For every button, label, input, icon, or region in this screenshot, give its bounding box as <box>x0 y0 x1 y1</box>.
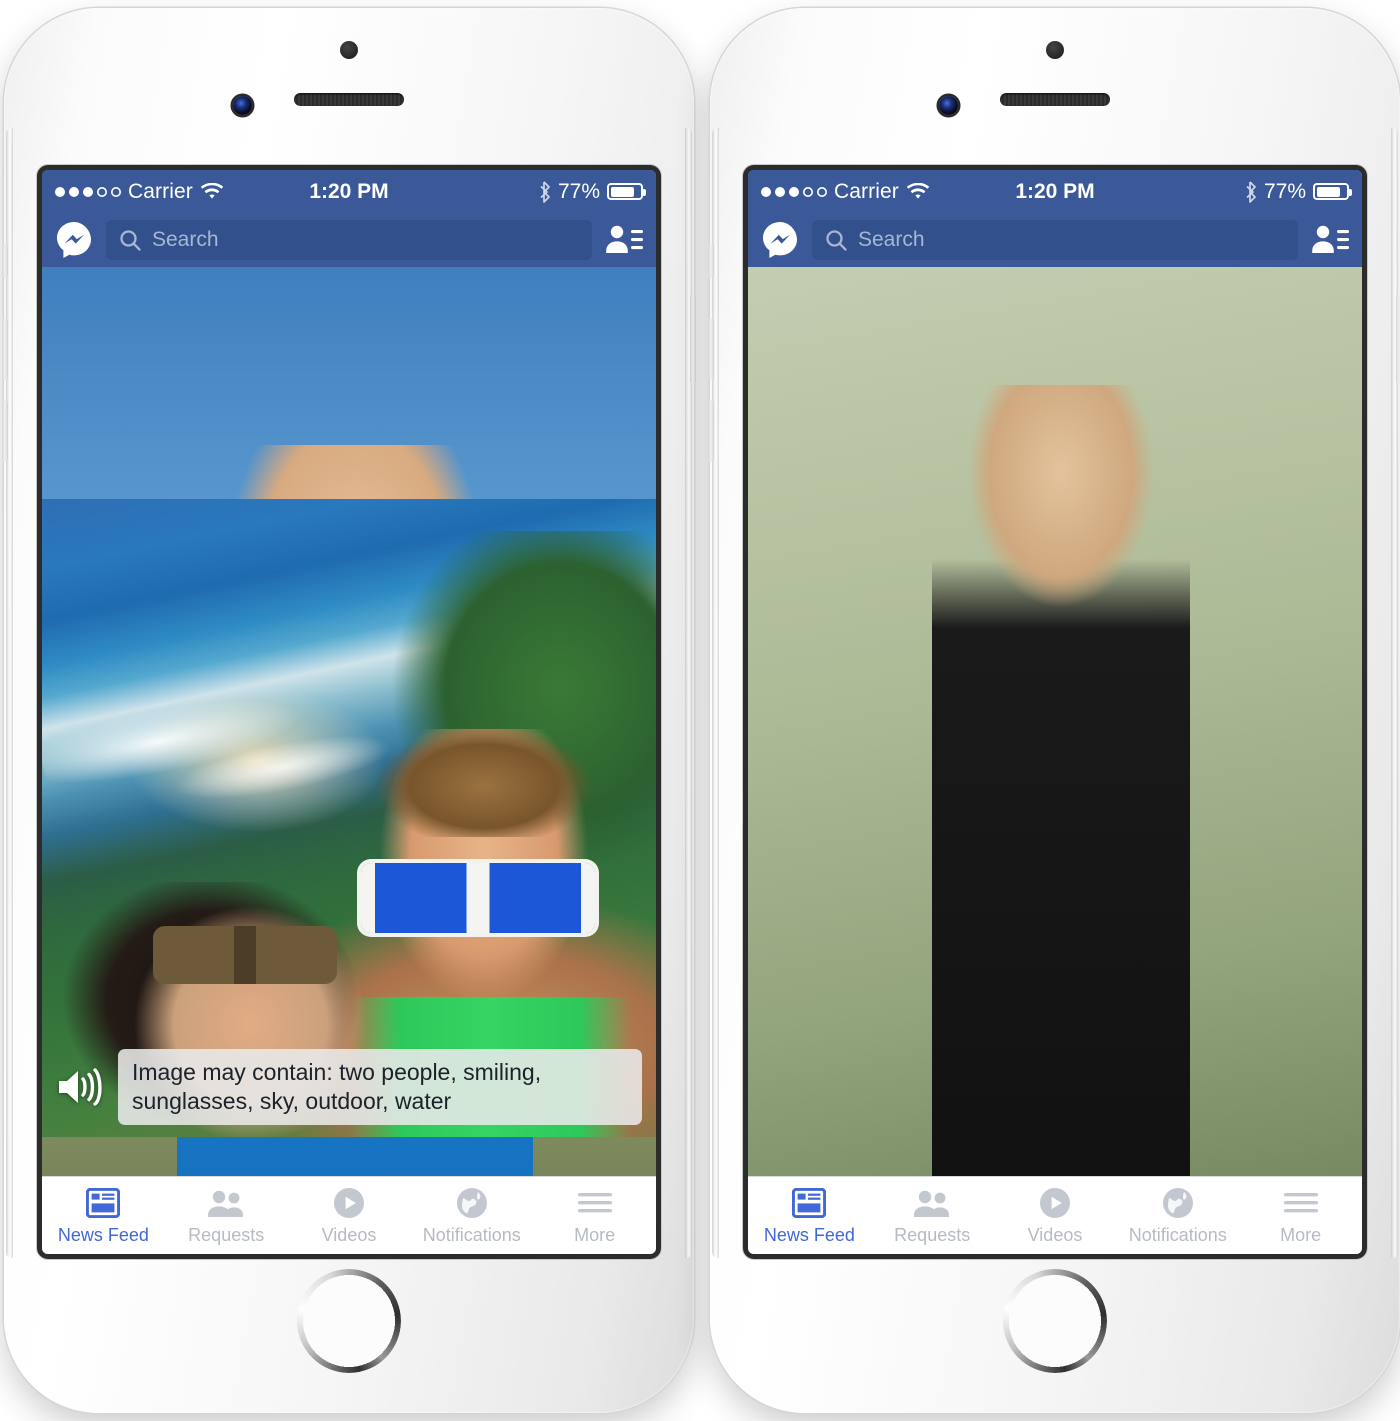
phone-device-right: Carrier 1:20 PM 77% Search News Feed Req… <box>708 8 1400 1413</box>
videos-icon <box>333 1186 365 1220</box>
tab-bar: News Feed Requests Videos Notifications … <box>42 1176 656 1254</box>
requests-icon <box>913 1186 951 1220</box>
videos-icon <box>1039 1186 1071 1220</box>
friend-requests-icon[interactable] <box>1310 222 1350 258</box>
device-screen-left: Carrier 1:20 PM 77% Search Image may con… <box>42 170 656 1254</box>
front-camera <box>233 96 252 115</box>
notifications-icon <box>456 1186 488 1220</box>
tab-videos[interactable]: Videos <box>288 1186 411 1246</box>
news-feed-right[interactable]: Whats on your mind? Chelsea Kohler March… <box>748 267 1362 1254</box>
status-bar: Carrier 1:20 PM 77% <box>748 170 1362 213</box>
bluetooth-icon <box>1246 180 1256 203</box>
tab-requests[interactable]: Requests <box>165 1186 288 1246</box>
tab-label: More <box>1280 1224 1322 1245</box>
tab-notifications[interactable]: Notifications <box>410 1186 533 1246</box>
bluetooth-icon <box>540 180 550 203</box>
notifications-icon <box>1162 1186 1194 1220</box>
more-icon <box>1283 1186 1318 1220</box>
tab-bar: News Feed Requests Videos Notifications … <box>748 1176 1362 1254</box>
earpiece-speaker <box>1000 93 1110 106</box>
news-feed-icon <box>792 1186 827 1220</box>
proximity-sensor <box>340 41 358 59</box>
tab-label: More <box>574 1224 616 1245</box>
search-placeholder: Search <box>152 228 219 251</box>
post-card: Stephanie Hughes Yesterday at 10:14 PM · <box>748 267 1362 1254</box>
device-rim-left <box>6 128 13 1258</box>
requests-icon <box>207 1186 245 1220</box>
battery-percent-label: 77% <box>1263 179 1306 203</box>
carrier-label: Carrier <box>834 179 899 203</box>
mute-switch[interactable] <box>2 244 8 278</box>
proximity-sensor <box>1046 41 1064 59</box>
avatar[interactable] <box>748 267 1362 1254</box>
tab-label: Videos <box>1027 1224 1083 1245</box>
battery-icon <box>607 183 646 200</box>
speaker-icon[interactable] <box>56 1066 104 1108</box>
tab-more[interactable]: More <box>533 1186 656 1246</box>
tab-label: Notifications <box>422 1224 521 1245</box>
search-input[interactable]: Search <box>106 220 592 260</box>
post-card: Peter Cottle March 6 at 10:14 PM · <box>42 267 656 1254</box>
device-screen-right: Carrier 1:20 PM 77% Search News Feed Req… <box>748 170 1362 1254</box>
more-icon <box>577 1186 612 1220</box>
battery-percent-label: 77% <box>557 179 600 203</box>
friend-requests-icon[interactable] <box>604 222 644 258</box>
home-button[interactable] <box>1003 1269 1107 1373</box>
photo-alt-text-overlay: Image may contain: two people, smiling, … <box>56 1049 642 1125</box>
post-header: Peter Cottle March 6 at 10:14 PM · <box>42 267 656 1254</box>
nav-bar: Search <box>748 213 1362 267</box>
tab-label: Requests <box>188 1224 265 1245</box>
signal-strength-icon <box>55 186 121 197</box>
volume-down-button[interactable] <box>2 400 8 462</box>
wifi-icon <box>200 182 224 199</box>
photo-alt-text: Image may contain: two people, smiling, … <box>118 1049 642 1125</box>
wifi-icon <box>906 182 930 199</box>
mute-switch[interactable] <box>708 244 714 278</box>
battery-icon <box>1313 183 1352 200</box>
power-button[interactable] <box>1396 294 1400 384</box>
screenshot-stage: Carrier 1:20 PM 77% Search Image may con… <box>0 0 1400 1421</box>
avatar[interactable] <box>42 267 656 1254</box>
volume-down-button[interactable] <box>708 400 714 462</box>
tab-label: News Feed <box>763 1224 855 1245</box>
messenger-icon[interactable] <box>54 220 94 260</box>
status-bar: Carrier 1:20 PM 77% <box>42 170 656 213</box>
messenger-icon[interactable] <box>760 220 800 260</box>
carrier-label: Carrier <box>128 179 193 203</box>
tab-label: Videos <box>321 1224 377 1245</box>
home-button[interactable] <box>297 1269 401 1373</box>
tab-label: Notifications <box>1128 1224 1227 1245</box>
volume-up-button[interactable] <box>2 318 8 380</box>
tab-videos[interactable]: Videos <box>994 1186 1117 1246</box>
tab-news-feed[interactable]: News Feed <box>42 1186 165 1246</box>
news-feed-left[interactable]: Whats on your mind? Peter Cottle March 6… <box>42 267 656 1254</box>
tab-requests[interactable]: Requests <box>871 1186 994 1246</box>
search-icon <box>120 230 141 251</box>
earpiece-speaker <box>294 93 404 106</box>
post-header: Stephanie Hughes Yesterday at 10:14 PM · <box>748 267 1362 1254</box>
volume-up-button[interactable] <box>708 318 714 380</box>
search-placeholder: Search <box>858 228 925 251</box>
search-icon <box>826 230 847 251</box>
post-photo[interactable]: Image may contain: two people, smiling, … <box>42 499 656 1137</box>
tab-label: News Feed <box>57 1224 149 1245</box>
tab-news-feed[interactable]: News Feed <box>748 1186 871 1246</box>
tab-label: Requests <box>894 1224 971 1245</box>
news-feed-icon <box>86 1186 121 1220</box>
search-input[interactable]: Search <box>812 220 1298 260</box>
signal-strength-icon <box>761 186 827 197</box>
nav-bar: Search <box>42 213 656 267</box>
power-button[interactable] <box>690 294 696 384</box>
phone-device-left: Carrier 1:20 PM 77% Search Image may con… <box>2 8 696 1413</box>
tab-more[interactable]: More <box>1239 1186 1362 1246</box>
tab-notifications[interactable]: Notifications <box>1116 1186 1239 1246</box>
front-camera <box>939 96 958 115</box>
device-rim-left <box>712 128 719 1258</box>
